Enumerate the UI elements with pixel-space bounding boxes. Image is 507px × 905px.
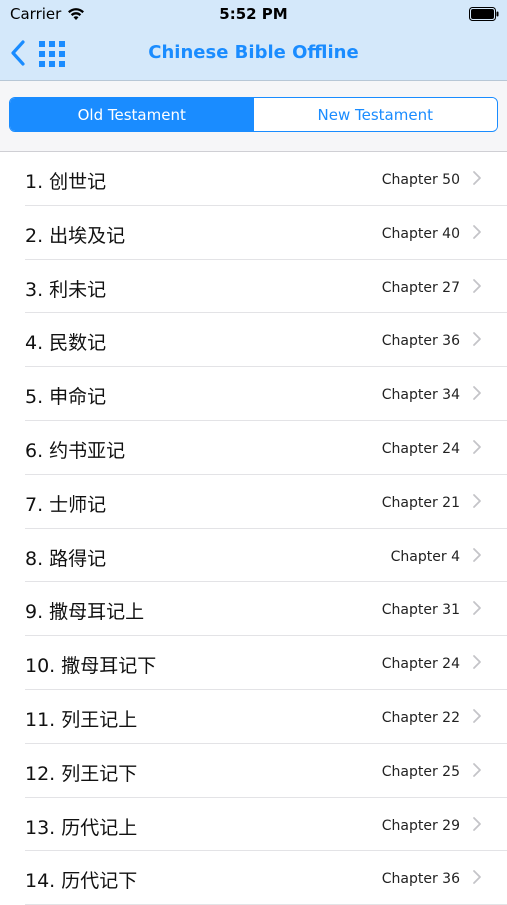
chapter-count: Chapter 36 — [381, 871, 460, 888]
segment-old-testament[interactable]: Old Testament — [10, 98, 254, 131]
chevron-right-icon — [473, 870, 481, 885]
book-title: 1. 创世记 — [25, 171, 107, 193]
book-row[interactable]: 1. 创世记 Chapter 50 — [0, 152, 507, 206]
chevron-right-icon — [473, 332, 481, 347]
book-row[interactable]: 2. 出埃及记 Chapter 40 — [0, 206, 507, 260]
chapter-count: Chapter 36 — [381, 333, 460, 350]
chevron-right-icon — [473, 493, 481, 508]
chapter-count: Chapter 22 — [381, 709, 460, 726]
chapter-count: Chapter 25 — [381, 763, 460, 780]
status-time: 5:52 PM — [219, 5, 288, 23]
chapter-count: Chapter 40 — [381, 225, 460, 242]
book-list: 1. 创世记 Chapter 50 2. 出埃及记 Chapter 40 3. 利未记 C… — [0, 152, 507, 905]
chapter-count: Chapter 21 — [381, 494, 460, 511]
chevron-right-icon — [473, 386, 481, 401]
battery-icon — [469, 7, 499, 21]
chapter-count: Chapter 24 — [381, 656, 460, 673]
chapter-count: Chapter 31 — [381, 602, 460, 619]
book-row[interactable]: 4. 民数记 Chapter 36 — [0, 313, 507, 367]
segment-area: Old Testament New Testament — [0, 81, 507, 152]
book-title: 3. 利未记 — [25, 278, 107, 301]
book-row[interactable]: 13. 历代记上 Chapter 29 — [0, 798, 507, 852]
nav-title: Chinese Bible Offline — [148, 42, 359, 63]
book-row[interactable]: 3. 利未记 Chapter 27 — [0, 260, 507, 314]
book-row[interactable]: 9. 撒母耳记上 Chapter 31 — [0, 582, 507, 636]
chevron-right-icon — [473, 278, 481, 293]
chevron-right-icon — [473, 601, 481, 616]
chevron-right-icon — [473, 655, 481, 670]
book-row[interactable]: 8. 路得记 Chapter 4 — [0, 529, 507, 583]
chevron-right-icon — [473, 171, 481, 185]
chevron-right-icon — [473, 762, 481, 777]
book-row[interactable]: 5. 申命记 Chapter 34 — [0, 367, 507, 421]
book-title: 9. 撒母耳记上 — [25, 601, 145, 624]
chapter-count: Chapter 34 — [381, 387, 460, 404]
segment-new-testament[interactable]: New Testament — [253, 98, 497, 131]
book-title: 6. 约书亚记 — [25, 439, 126, 462]
navigation-bar: Chinese Bible Offline — [0, 28, 507, 80]
status-bar: Carrier 5:52 PM — [0, 0, 507, 28]
chevron-right-icon — [473, 816, 481, 831]
chapter-count: Chapter 27 — [381, 279, 460, 296]
book-title: 5. 申命记 — [25, 386, 107, 409]
chapter-count: Chapter 29 — [381, 817, 460, 834]
book-row[interactable]: 6. 约书亚记 Chapter 24 — [0, 421, 507, 475]
book-title: 13. 历代记上 — [25, 816, 138, 839]
chevron-right-icon — [473, 709, 481, 723]
book-row[interactable]: 11. 列王记上 Chapter 22 — [0, 690, 507, 744]
book-title: 7. 士师记 — [25, 493, 107, 516]
book-row[interactable]: 14. 历代记下 Chapter 36 — [0, 851, 507, 905]
book-row[interactable]: 7. 士师记 Chapter 21 — [0, 475, 507, 529]
chevron-right-icon — [473, 440, 481, 454]
header: Carrier 5:52 PM Chinese Bible Offline — [0, 0, 507, 81]
testament-segmented-control: Old Testament New Testament — [9, 97, 498, 132]
book-title: 11. 列王记上 — [25, 708, 138, 731]
book-row[interactable]: 10. 撒母耳记下 Chapter 24 — [0, 636, 507, 690]
chevron-right-icon — [473, 547, 481, 562]
book-title: 4. 民数记 — [25, 332, 107, 355]
book-title: 2. 出埃及记 — [25, 224, 126, 247]
chevron-right-icon — [473, 224, 481, 239]
book-title: 8. 路得记 — [25, 547, 107, 570]
chapter-count: Chapter 24 — [381, 440, 460, 457]
chapter-count: Chapter 4 — [390, 548, 460, 565]
chapter-count: Chapter 50 — [381, 172, 460, 188]
book-title: 12. 列王记下 — [25, 762, 138, 785]
book-title: 10. 撒母耳记下 — [25, 655, 157, 678]
book-title: 14. 历代记下 — [25, 870, 138, 893]
book-row[interactable]: 12. 列王记下 Chapter 25 — [0, 744, 507, 798]
